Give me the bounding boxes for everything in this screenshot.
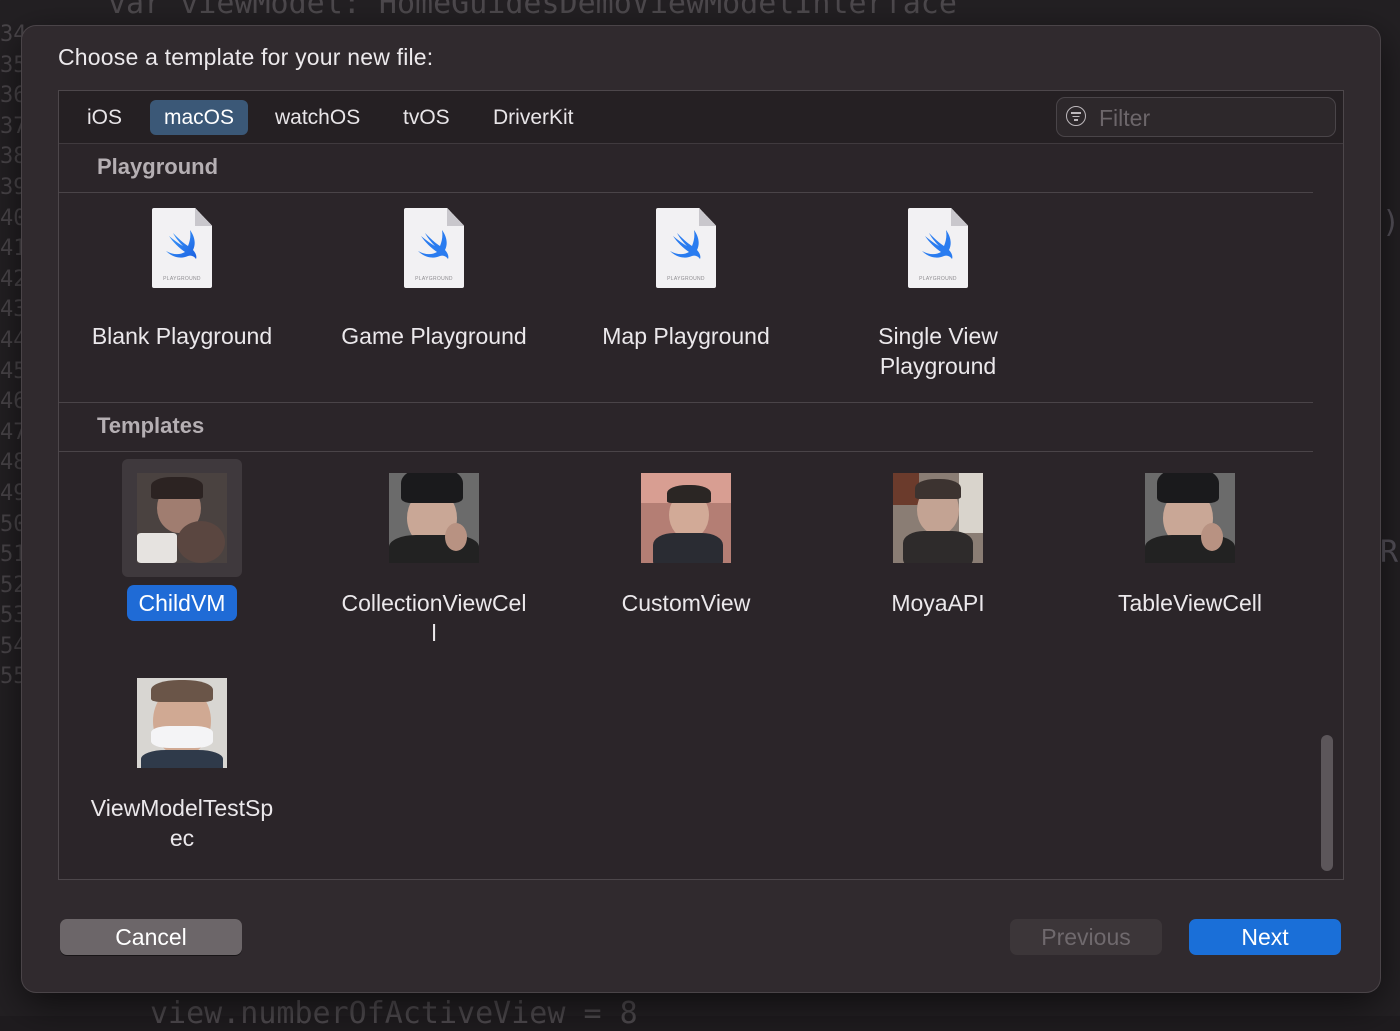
template-item-label: Game Playground xyxy=(341,323,527,349)
template-item-label: ChildVM xyxy=(126,585,238,621)
tab-macos[interactable]: macOS xyxy=(150,100,249,135)
template-item-moyaapi[interactable]: MoyaAPI xyxy=(833,459,1043,621)
photo-thumbnail xyxy=(641,473,731,563)
template-list: Playground PLAYGROUND Blank Playground P… xyxy=(59,144,1313,879)
filter-icon xyxy=(1066,106,1086,126)
section-header-playground: Playground xyxy=(59,144,1313,193)
photo-thumbnail xyxy=(389,473,479,563)
swift-playground-file-icon: PLAYGROUND xyxy=(404,208,464,288)
line-number: 54 xyxy=(0,633,27,659)
line-number: 37 xyxy=(0,113,27,139)
template-item-label: Map Playground xyxy=(602,323,770,349)
platform-tab-bar: iOS macOS watchOS tvOS DriverKit xyxy=(59,91,1343,144)
line-number: 35 xyxy=(0,52,27,78)
line-number: 50 xyxy=(0,511,27,537)
template-thumbnail-frame xyxy=(626,459,746,577)
template-item-tableviewcell[interactable]: TableViewCell xyxy=(1085,459,1295,621)
template-item-label: CustomView xyxy=(621,590,751,616)
photo-thumbnail xyxy=(1145,473,1235,563)
template-thumbnail-frame xyxy=(122,664,242,782)
template-item-single-view-playground[interactable]: PLAYGROUND Single View Playground xyxy=(833,208,1043,384)
filter-field[interactable] xyxy=(1056,97,1336,137)
template-thumbnail-frame xyxy=(122,459,242,577)
tab-driverkit[interactable]: DriverKit xyxy=(479,100,588,135)
section-title: Playground xyxy=(97,154,219,179)
next-button[interactable]: Next xyxy=(1189,919,1341,955)
swift-playground-file-icon: PLAYGROUND xyxy=(908,208,968,288)
line-number: 45 xyxy=(0,358,27,384)
line-number: 52 xyxy=(0,572,27,598)
swift-playground-file-icon: PLAYGROUND xyxy=(152,208,212,288)
photo-thumbnail xyxy=(893,473,983,563)
tab-ios[interactable]: iOS xyxy=(73,100,136,135)
line-number: 49 xyxy=(0,480,27,506)
section-header-templates: Templates xyxy=(59,403,1313,452)
new-file-template-sheet: Choose a template for your new file: iOS… xyxy=(22,26,1380,992)
code-fragment: ) xyxy=(1382,205,1400,240)
line-number: 36 xyxy=(0,83,27,109)
template-item-label: TableViewCell xyxy=(1117,590,1263,616)
template-item-viewmodeltestspec[interactable]: ViewModelTestSpec xyxy=(77,664,287,856)
filter-input[interactable] xyxy=(1097,102,1331,134)
template-item-customview[interactable]: CustomView xyxy=(581,459,791,621)
template-item-blank-playground[interactable]: PLAYGROUND Blank Playground xyxy=(77,208,287,354)
line-number: 38 xyxy=(0,144,27,170)
template-browser: iOS macOS watchOS tvOS DriverKit Playgro… xyxy=(58,90,1344,880)
code-line: view.numberOfActiveView = 8 xyxy=(150,996,638,1031)
template-item-map-playground[interactable]: PLAYGROUND Map Playground xyxy=(581,208,791,354)
line-number-gutter: 34 35 36 37 38 39 40 41 42 43 44 45 46 47 48 49 50 51 52 53… xyxy=(0,20,27,693)
line-number: 42 xyxy=(0,266,27,292)
photo-thumbnail xyxy=(137,678,227,768)
template-item-label: Blank Playground xyxy=(91,323,273,349)
tab-tvos[interactable]: tvOS xyxy=(389,100,464,135)
line-number: 48 xyxy=(0,450,27,476)
template-item-label: MoyaAPI xyxy=(891,590,985,616)
code-line: var viewModel: HomeGuidesDemoViewModelIn… xyxy=(108,0,957,21)
template-item-label: ViewModelTestSpec xyxy=(90,795,274,851)
code-fragment: R xyxy=(1380,535,1399,570)
line-number: 55 xyxy=(0,664,27,690)
template-item-label: Single View Playground xyxy=(878,323,998,379)
line-number: 40 xyxy=(0,205,27,231)
line-number: 44 xyxy=(0,327,27,353)
dialog-title: Choose a template for your new file: xyxy=(58,44,434,70)
line-number: 39 xyxy=(0,174,27,200)
template-thumbnail-frame xyxy=(1130,459,1250,577)
template-thumbnail-frame xyxy=(374,459,494,577)
tab-watchos[interactable]: watchOS xyxy=(261,100,374,135)
cancel-button[interactable]: Cancel xyxy=(60,919,242,955)
line-number: 51 xyxy=(0,542,27,568)
template-thumbnail-frame xyxy=(878,459,998,577)
previous-button[interactable]: Previous xyxy=(1010,919,1162,955)
line-number: 34 xyxy=(0,22,27,47)
template-item-game-playground[interactable]: PLAYGROUND Game Playground xyxy=(329,208,539,354)
scrollbar-thumb[interactable] xyxy=(1321,735,1333,871)
template-item-collectionviewcell[interactable]: CollectionViewCell xyxy=(329,459,539,651)
swift-playground-file-icon: PLAYGROUND xyxy=(656,208,716,288)
line-number: 41 xyxy=(0,236,27,262)
template-item-label: CollectionViewCell xyxy=(341,590,527,646)
line-number: 46 xyxy=(0,389,27,415)
photo-thumbnail xyxy=(137,473,227,563)
line-number: 47 xyxy=(0,419,27,445)
line-number: 43 xyxy=(0,297,27,323)
section-title: Templates xyxy=(97,413,205,438)
line-number: 53 xyxy=(0,603,27,629)
template-item-childvm[interactable]: ChildVM xyxy=(77,459,287,621)
